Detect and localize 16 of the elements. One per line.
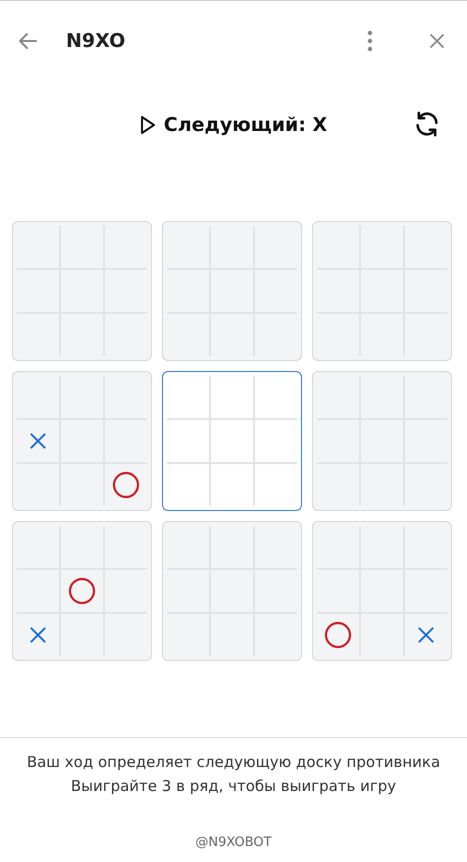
small-board[interactable] [162, 371, 302, 511]
app-title: N9XO [66, 30, 126, 52]
board-cell[interactable] [211, 420, 253, 462]
close-icon[interactable] [429, 32, 445, 48]
more-icon[interactable] [367, 30, 373, 52]
x-mark-icon[interactable] [17, 420, 59, 462]
o-mark-icon[interactable] [61, 570, 103, 612]
board-cell[interactable] [211, 464, 253, 506]
board-cell[interactable] [211, 376, 253, 418]
turn-status: Следующий: X [164, 114, 328, 136]
hint-text: Ваш ход определяет следующую доску противника [26, 752, 442, 773]
board-cell[interactable] [167, 420, 209, 462]
play-icon [140, 115, 156, 135]
bot-handle: @N9XOBOT [194, 834, 273, 852]
hint-text: Выиграйте 3 в ряд, чтобы выиграть игру [70, 776, 398, 797]
board-cell[interactable] [255, 420, 297, 462]
